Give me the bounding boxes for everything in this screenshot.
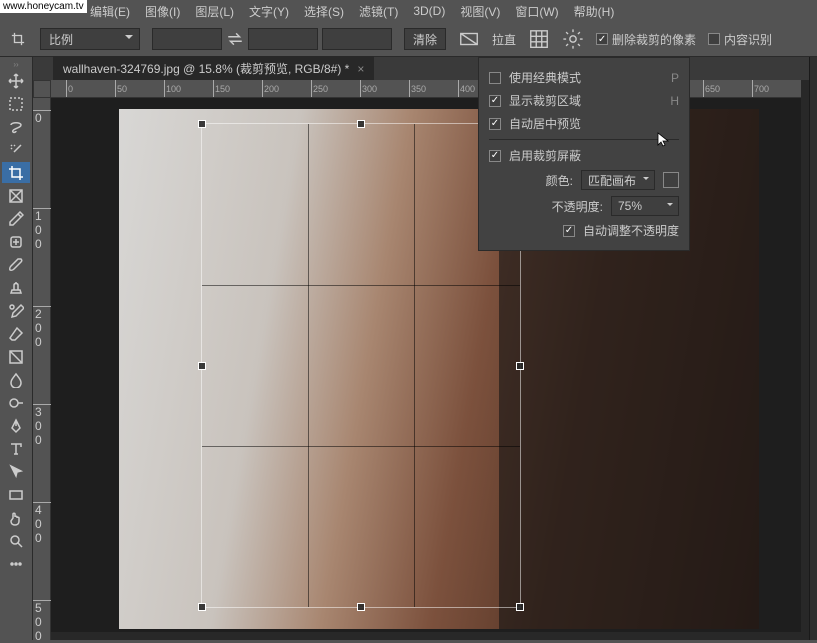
panels-collapsed-strip[interactable]: [809, 57, 817, 640]
menu-edit[interactable]: 编辑(E): [90, 3, 130, 20]
cursor-icon: [656, 131, 672, 150]
menu-filter[interactable]: 滤镜(T): [359, 3, 398, 20]
delete-cropped-checkbox[interactable]: 删除裁剪的像素: [596, 31, 696, 48]
watermark-label: www.honeycam.tv: [0, 0, 87, 13]
clone-stamp-tool[interactable]: [2, 277, 30, 298]
option-enable-shield[interactable]: 启用裁剪屏蔽: [489, 144, 679, 167]
straighten-label: 拉直: [492, 31, 516, 48]
gradient-tool[interactable]: [2, 346, 30, 367]
option-auto-opacity[interactable]: 自动调整不透明度: [489, 219, 679, 242]
eraser-tool[interactable]: [2, 323, 30, 344]
crop-box[interactable]: [201, 123, 521, 608]
tab-title: wallhaven-324769.jpg @ 15.8% (裁剪预览, RGB/…: [63, 60, 349, 77]
crop-tool-icon: [8, 29, 28, 49]
checkbox-icon: [596, 33, 608, 45]
tools-panel: ››: [0, 57, 33, 640]
vertical-ruler[interactable]: 0100200300400500: [33, 98, 51, 640]
checkbox-icon: [489, 95, 501, 107]
menu-layer[interactable]: 图层(L): [195, 3, 234, 20]
crop-handle-s[interactable]: [357, 603, 365, 611]
menu-view[interactable]: 视图(V): [460, 3, 500, 20]
type-tool[interactable]: [2, 438, 30, 459]
crop-options-popup: 使用经典模式 P 显示裁剪区域 H 自动居中预览 启用裁剪屏蔽 颜色: 匹配画布…: [478, 57, 690, 251]
dimensions-group: [152, 28, 392, 50]
menu-window[interactable]: 窗口(W): [515, 3, 558, 20]
zoom-tool[interactable]: [2, 530, 30, 551]
shield-color-dropdown[interactable]: 匹配画布: [581, 170, 655, 190]
opacity-label: 不透明度:: [552, 198, 603, 215]
menu-image[interactable]: 图像(I): [145, 3, 180, 20]
menu-type[interactable]: 文字(Y): [249, 3, 289, 20]
crop-handle-nw[interactable]: [198, 120, 206, 128]
crop-handle-e[interactable]: [516, 362, 524, 370]
grid-line: [202, 446, 520, 447]
blur-tool[interactable]: [2, 369, 30, 390]
rectangle-tool[interactable]: [2, 484, 30, 505]
document-tab[interactable]: wallhaven-324769.jpg @ 15.8% (裁剪预览, RGB/…: [53, 56, 374, 81]
separator: [489, 139, 679, 140]
panel-grip-icon[interactable]: ››: [0, 59, 32, 69]
brush-tool[interactable]: [2, 254, 30, 275]
color-label: 颜色:: [546, 172, 573, 189]
checkbox-icon: [563, 225, 575, 237]
crop-handle-sw[interactable]: [198, 603, 206, 611]
option-classic-mode[interactable]: 使用经典模式 P: [489, 66, 679, 89]
lasso-tool[interactable]: [2, 116, 30, 137]
options-bar: 比例 清除 拉直 删除裁剪的像素 内容识别: [0, 22, 817, 57]
ruler-origin[interactable]: [33, 80, 51, 98]
option-show-crop-area[interactable]: 显示裁剪区域 H: [489, 89, 679, 112]
shortcut-label: H: [670, 94, 679, 108]
more-tool[interactable]: [2, 553, 30, 574]
grid-line: [414, 124, 415, 607]
grid-line: [308, 124, 309, 607]
straighten-image-icon[interactable]: [458, 28, 480, 50]
magic-wand-tool[interactable]: [2, 139, 30, 160]
healing-brush-tool[interactable]: [2, 231, 30, 252]
overlay-options-icon[interactable]: [528, 28, 550, 50]
hand-tool[interactable]: [2, 507, 30, 528]
path-selection-tool[interactable]: [2, 461, 30, 482]
clear-button[interactable]: 清除: [404, 28, 446, 50]
shield-opacity-dropdown[interactable]: 75%: [611, 196, 679, 216]
width-input[interactable]: [152, 28, 222, 50]
menu-3d[interactable]: 3D(D): [413, 4, 445, 18]
grid-line: [202, 285, 520, 286]
checkbox-icon: [708, 33, 720, 45]
content-aware-checkbox[interactable]: 内容识别: [708, 31, 772, 48]
document-tab-bar: wallhaven-324769.jpg @ 15.8% (裁剪预览, RGB/…: [33, 57, 809, 80]
crop-handle-se[interactable]: [516, 603, 524, 611]
height-input[interactable]: [248, 28, 318, 50]
color-swatch[interactable]: [663, 172, 679, 188]
history-brush-tool[interactable]: [2, 300, 30, 321]
checkbox-icon: [489, 150, 501, 162]
move-tool[interactable]: [2, 70, 30, 91]
ratio-preset-dropdown[interactable]: 比例: [40, 28, 140, 50]
close-icon[interactable]: ×: [357, 62, 364, 76]
shield-opacity-row: 不透明度: 75%: [489, 193, 679, 219]
menu-select[interactable]: 选择(S): [304, 3, 344, 20]
frame-tool[interactable]: [2, 185, 30, 206]
dodge-tool[interactable]: [2, 392, 30, 413]
swap-dimensions-icon[interactable]: [226, 30, 244, 48]
marquee-tool[interactable]: [2, 93, 30, 114]
crop-tool[interactable]: [2, 162, 30, 183]
menu-bar: 编辑(E) 图像(I) 图层(L) 文字(Y) 选择(S) 滤镜(T) 3D(D…: [0, 0, 817, 22]
option-auto-center[interactable]: 自动居中预览: [489, 112, 679, 135]
checkbox-icon: [489, 72, 501, 84]
crop-handle-w[interactable]: [198, 362, 206, 370]
menu-help[interactable]: 帮助(H): [574, 3, 615, 20]
gear-icon[interactable]: [562, 28, 584, 50]
checkbox-icon: [489, 118, 501, 130]
pen-tool[interactable]: [2, 415, 30, 436]
shortcut-label: P: [671, 71, 679, 85]
canvas-area: wallhaven-324769.jpg @ 15.8% (裁剪预览, RGB/…: [33, 57, 809, 640]
crop-handle-n[interactable]: [357, 120, 365, 128]
eyedropper-tool[interactable]: [2, 208, 30, 229]
resolution-input[interactable]: [322, 28, 392, 50]
shield-color-row: 颜色: 匹配画布: [489, 167, 679, 193]
